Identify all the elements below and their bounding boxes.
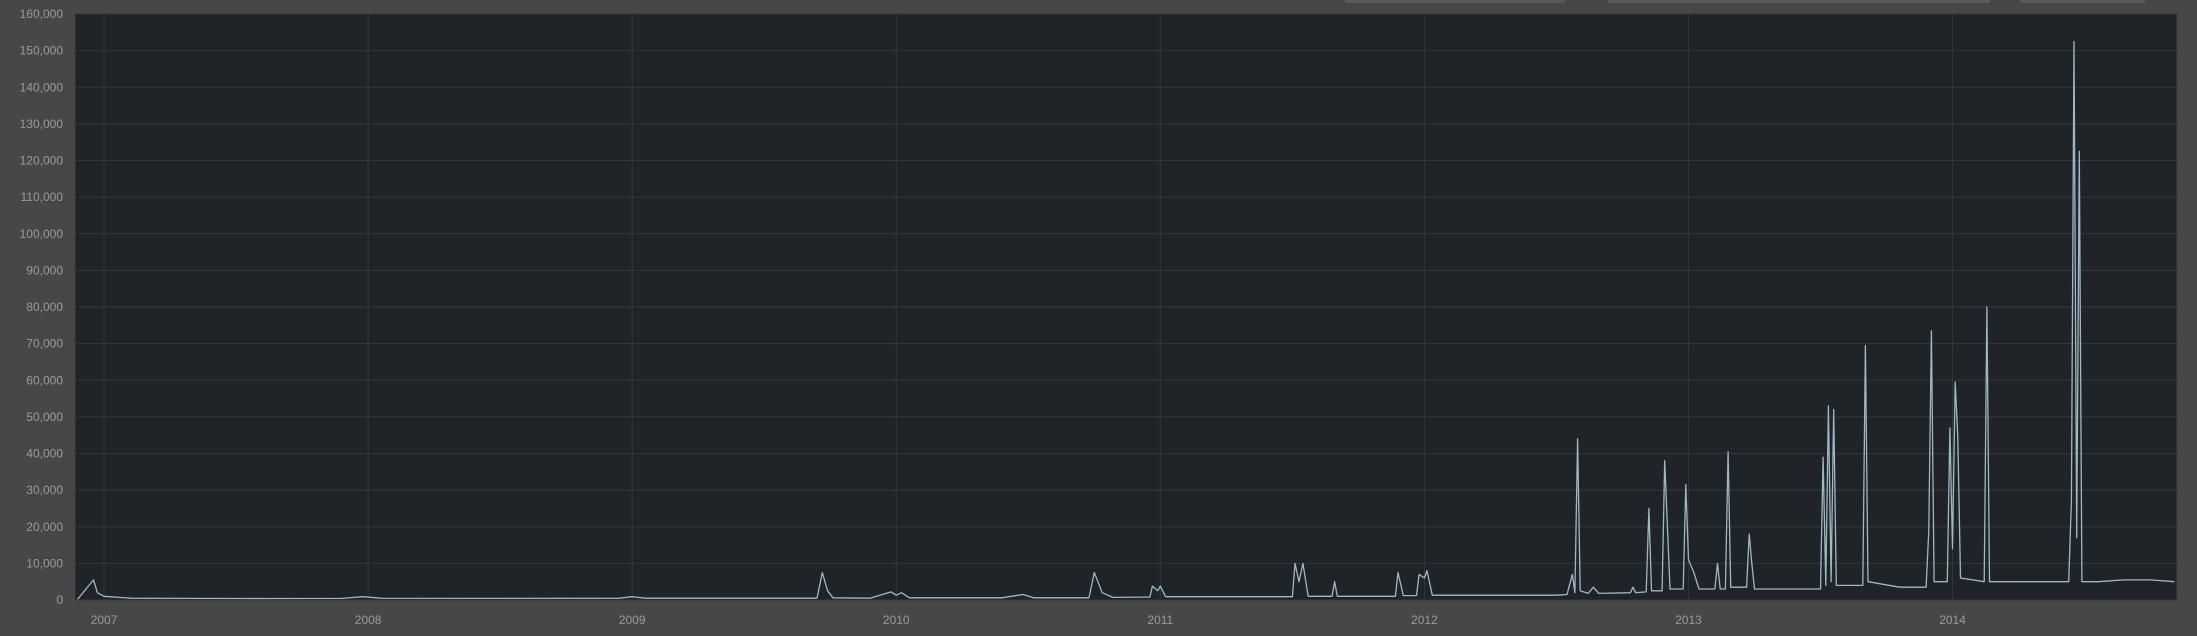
y-tick-label: 90,000 [26,263,63,277]
x-tick-label: 2007 [91,613,118,627]
y-tick-label: 40,000 [26,447,63,461]
y-tick-label: 150,000 [20,44,64,58]
x-tick-label: 2011 [1147,613,1173,627]
line-chart: 0 10,000 20,000 30,000 40,000 50,000 60,000 70,… [20,0,2178,627]
y-tick-label: 120,000 [20,154,64,168]
x-tick-label: 2010 [883,613,910,627]
y-axis-tick-labels: 0 10,000 20,000 30,000 40,000 50,000 60,000 70,… [20,7,64,607]
y-tick-label: 30,000 [26,483,63,497]
y-tick-label: 20,000 [26,520,63,534]
x-tick-label: 2012 [1411,613,1438,627]
y-tick-label: 140,000 [20,80,64,94]
x-tick-label: 2009 [619,613,646,627]
y-tick-label: 110,000 [21,190,64,204]
y-tick-label: 160,000 [20,7,64,21]
y-tick-label: 70,000 [26,337,63,351]
y-tick-label: 60,000 [26,373,63,387]
x-axis-tick-labels: 2007 2008 2009 2010 2011 2012 2013 2014 [91,613,1967,627]
y-tick-label: 100,000 [20,227,64,241]
y-tick-label: 80,000 [26,300,63,314]
x-tick-label: 2014 [1939,613,1966,627]
x-tick-label: 2013 [1675,613,1702,627]
y-tick-label: 10,000 [26,556,63,570]
x-tick-label: 2008 [355,613,382,627]
y-tick-label: 0 [56,593,63,607]
y-tick-label: 50,000 [26,410,63,424]
top-toolbar-decoration [1345,0,2145,3]
y-tick-label: 130,000 [20,117,64,131]
